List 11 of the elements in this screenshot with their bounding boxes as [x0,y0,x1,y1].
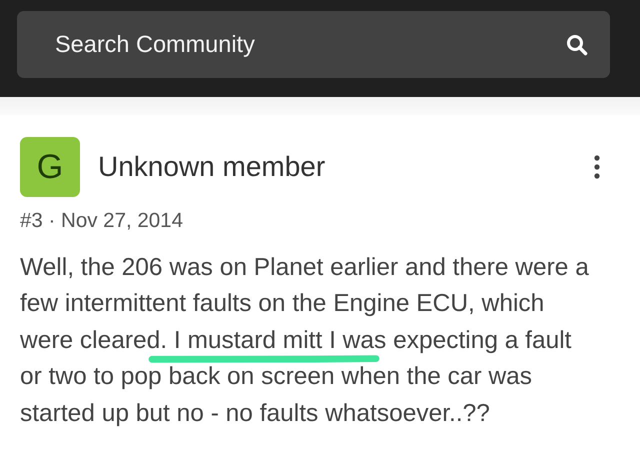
post-text-line: started up but no - no faults whatsoever..?? [20,400,490,427]
post-text-line: Well, the 206 was on Planet earlier and there were a [20,254,589,281]
post-text-line: or two to pop back on screen when the car was [20,363,532,390]
search-icon[interactable] [566,34,588,56]
author-name[interactable]: Unknown member [98,151,594,183]
post-text-line: few intermittent faults on the Engine ECU, which [20,290,544,318]
post-text-line: were cleared. I mustard mitt I was expecting a fault [20,326,572,354]
avatar[interactable]: G [20,137,80,197]
post-meta: #3 · Nov 27, 2014 [20,209,184,233]
more-options-icon[interactable] [594,155,600,179]
search-bar[interactable]: Search Community [17,11,610,78]
